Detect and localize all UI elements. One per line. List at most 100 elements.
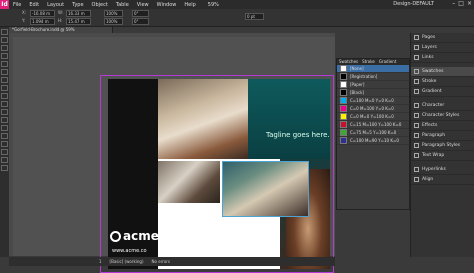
character-styles-icon [414, 113, 419, 118]
panel-text-wrap[interactable]: Text Wrap [411, 151, 474, 161]
panel-label: Paragraph Styles [422, 143, 461, 148]
type-tool-icon[interactable] [1, 61, 8, 67]
swatch-row[interactable]: C=100 M=90 Y=10 K=0 [337, 137, 409, 145]
panel-character-styles[interactable]: Character Styles [411, 111, 474, 121]
document-page[interactable]: Tagline goes here. acme www.acme.co [100, 75, 334, 273]
panel-effects[interactable]: Effects [411, 121, 474, 131]
panel-label: Character [422, 103, 445, 108]
w-field[interactable]: 16.33 m [66, 10, 91, 17]
y-field[interactable]: 1.094 m [30, 18, 55, 25]
swatch-chip [340, 137, 347, 144]
menu-window[interactable]: Window [153, 2, 181, 8]
menu-table[interactable]: Table [112, 2, 133, 8]
pages-icon [414, 35, 419, 40]
panel-gradient[interactable]: Gradient [411, 87, 474, 97]
swatch-chip [340, 113, 347, 120]
swatches-panel: Swatches Stroke Gradient [None] [Registr… [336, 58, 410, 210]
control-panel: X: -16.08 m Y: 1.094 m W: 16.33 m H: 15.… [0, 9, 474, 27]
swatch-chip [340, 105, 347, 112]
menu-edit[interactable]: Edit [25, 2, 43, 8]
direct-selection-tool-icon[interactable] [1, 37, 8, 43]
x-field[interactable]: -16.08 m [30, 10, 55, 17]
panel-swatches[interactable]: Swatches [411, 67, 474, 77]
swatch-row[interactable]: C=15 M=100 Y=100 K=0 [337, 121, 409, 129]
links-icon [414, 55, 419, 60]
y-label: Y: [22, 18, 26, 23]
text-wrap-icon [414, 153, 419, 158]
swatch-row[interactable]: C=0 M=100 Y=0 K=0 [337, 105, 409, 113]
hand-tool-icon[interactable] [1, 149, 8, 155]
page-tool-icon[interactable] [1, 45, 8, 51]
preflight-status[interactable]: No errors [152, 259, 170, 264]
swatches-icon [414, 69, 419, 74]
panel-hyperlinks[interactable]: Hyperlinks [411, 165, 474, 175]
gradient-icon [414, 89, 419, 94]
tab-stroke[interactable]: Stroke [362, 59, 375, 65]
pencil-tool-icon[interactable] [1, 85, 8, 91]
panel-align[interactable]: Align [411, 175, 474, 185]
menu-type[interactable]: Type [68, 2, 87, 8]
fill-stroke-icon[interactable] [1, 165, 8, 171]
scale-x-field[interactable]: 100% [104, 10, 123, 17]
minimize-icon[interactable]: – [452, 0, 455, 7]
right-dock: Pages Layers Links Swatches Stroke Gradi… [410, 33, 474, 257]
menu-object[interactable]: Object [88, 2, 112, 8]
line-tool-icon[interactable] [1, 69, 8, 75]
scale-y-field[interactable]: 100% [104, 18, 123, 25]
x-label: X: [22, 10, 27, 15]
panel-label: Effects [422, 123, 438, 128]
swatch-chip [340, 97, 347, 104]
page-number[interactable]: 1 [99, 259, 102, 264]
swatch-row[interactable]: C=100 M=0 Y=0 K=0 [337, 97, 409, 105]
hyperlinks-icon [414, 167, 419, 172]
stroke-weight-field[interactable]: 0 pt [245, 13, 264, 20]
w-label: W: [58, 10, 64, 15]
panel-paragraph-styles[interactable]: Paragraph Styles [411, 141, 474, 151]
note-tool-icon[interactable] [1, 133, 8, 139]
menu-layout[interactable]: Layout [43, 2, 68, 8]
zoom-level[interactable]: 59% [208, 2, 219, 8]
workspace-switcher[interactable]: Design-DEFAULT [393, 1, 434, 7]
swatch-chip [340, 73, 347, 80]
panel-layers[interactable]: Layers [411, 43, 474, 53]
close-icon[interactable]: × [467, 0, 472, 7]
menu-file[interactable]: File [9, 2, 25, 8]
panel-stroke[interactable]: Stroke [411, 77, 474, 87]
selection-tool-icon[interactable] [1, 29, 8, 35]
eyedropper-tool-icon[interactable] [1, 141, 8, 147]
rectangle-tool-icon[interactable] [1, 101, 8, 107]
swatch-name: [None] [350, 66, 364, 71]
shear-field[interactable]: 0° [132, 18, 149, 25]
panel-character[interactable]: Character [411, 101, 474, 111]
preflight-profile[interactable]: [Basic] (working) [110, 259, 144, 264]
scissors-tool-icon[interactable] [1, 109, 8, 115]
panel-label: Links [422, 55, 434, 60]
gap-tool-icon[interactable] [1, 53, 8, 59]
panel-paragraph[interactable]: Paragraph [411, 131, 474, 141]
gradient-tool-icon[interactable] [1, 125, 8, 131]
rectangle-frame-tool-icon[interactable] [1, 93, 8, 99]
pen-tool-icon[interactable] [1, 77, 8, 83]
swatch-row[interactable]: [Paper] [337, 81, 409, 89]
pasteboard[interactable]: Tagline goes here. acme www.acme.co [13, 37, 335, 273]
panel-pages[interactable]: Pages [411, 33, 474, 43]
swatch-row[interactable]: [None] [337, 65, 409, 73]
swatch-name: C=15 M=100 Y=100 K=0 [350, 122, 402, 127]
menu-view[interactable]: View [133, 2, 153, 8]
swatch-row[interactable]: C=0 M=0 Y=100 K=0 [337, 113, 409, 121]
swatch-row[interactable]: [Black] [337, 89, 409, 97]
swatch-row[interactable]: C=75 M=5 Y=100 K=0 [337, 129, 409, 137]
maximize-icon[interactable]: □ [458, 0, 464, 7]
swatch-row[interactable]: [Registration] [337, 73, 409, 81]
swatch-chip [340, 129, 347, 136]
swatch-name: [Paper] [350, 82, 365, 87]
menu-help[interactable]: Help [180, 2, 199, 8]
free-transform-tool-icon[interactable] [1, 117, 8, 123]
panel-links[interactable]: Links [411, 53, 474, 63]
swatch-name: [Black] [350, 90, 364, 95]
angle-field[interactable]: 0° [132, 10, 149, 17]
h-field[interactable]: 15.47 m [66, 18, 91, 25]
zoom-tool-icon[interactable] [1, 157, 8, 163]
tab-gradient[interactable]: Gradient [379, 59, 396, 65]
swatch-chip [340, 121, 347, 128]
